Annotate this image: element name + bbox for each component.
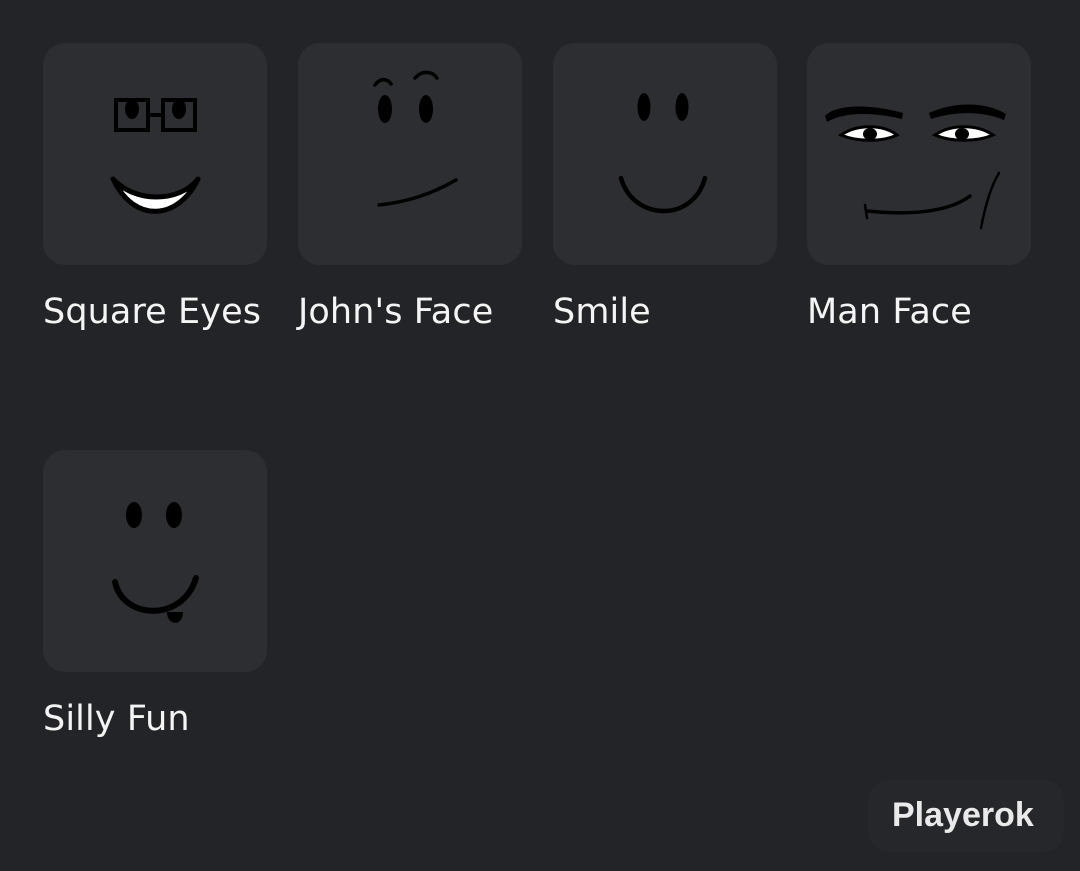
face-item-smile[interactable]: Smile — [553, 43, 777, 333]
square-eyes-face-icon — [110, 98, 201, 214]
face-thumbnail[interactable] — [553, 43, 777, 265]
silly-fun-face-icon — [112, 502, 199, 623]
face-item-label: Man Face — [807, 292, 972, 332]
face-item-label: Silly Fun — [43, 699, 190, 739]
face-item-label: Smile — [553, 292, 651, 332]
face-item-man-face[interactable]: Man Face — [807, 43, 1031, 333]
smile-face-icon — [618, 93, 708, 214]
face-item-label: John's Face — [298, 292, 494, 332]
man-face-icon — [825, 104, 1006, 230]
face-thumbnail[interactable] — [807, 43, 1031, 265]
face-thumbnail[interactable] — [298, 43, 522, 265]
face-item-label: Square Eyes — [43, 292, 262, 332]
face-item-johns-face[interactable]: John's Face — [298, 43, 522, 333]
face-thumbnail[interactable] — [43, 450, 267, 672]
face-item-silly-fun[interactable]: Silly Fun — [43, 450, 267, 740]
face-item-square-eyes[interactable]: Square Eyes — [43, 43, 267, 333]
watermark-logo: Playerok — [892, 796, 1034, 834]
face-thumbnail[interactable] — [43, 43, 267, 265]
johns-face-icon — [373, 70, 458, 207]
